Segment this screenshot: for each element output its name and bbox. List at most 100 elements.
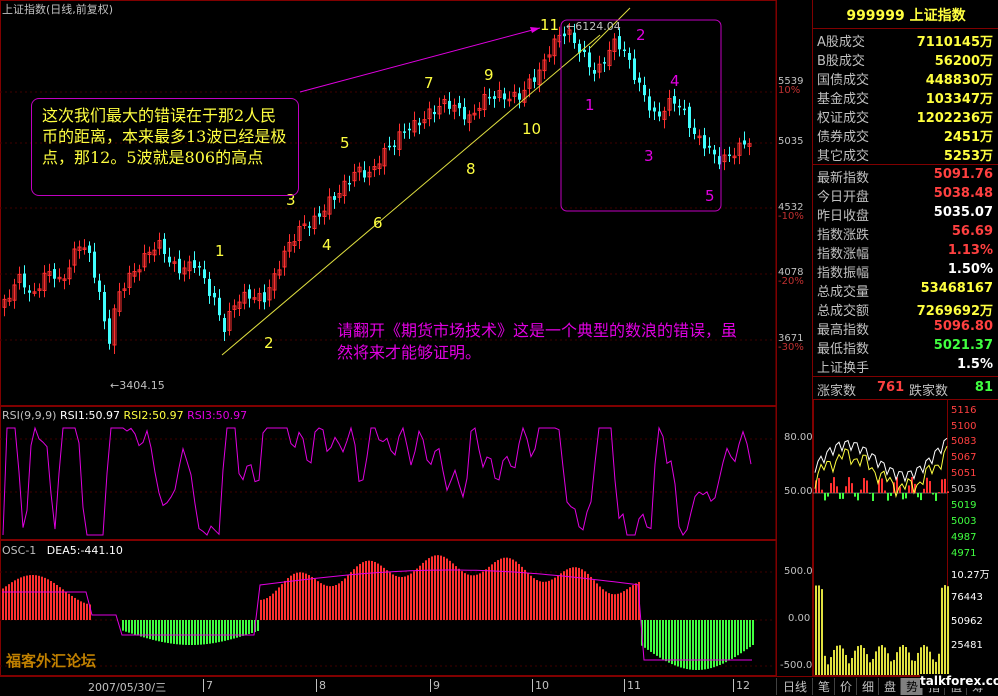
mini-bar — [890, 493, 892, 496]
osc-bar — [443, 557, 445, 620]
candle-body-down — [403, 131, 406, 133]
tab-0[interactable]: 日线 — [776, 678, 813, 695]
osc-bar — [599, 587, 601, 620]
osc-bar — [248, 620, 250, 634]
osc-bar — [545, 582, 547, 620]
osc-bar — [221, 620, 223, 642]
osc-bar — [23, 576, 25, 620]
osc-bar — [539, 581, 541, 620]
osc-bar — [416, 569, 418, 620]
osc-bar — [17, 579, 19, 620]
osc-bar — [605, 592, 607, 620]
osc-bar — [590, 577, 592, 620]
osc-bar — [554, 578, 556, 620]
osc-bar — [707, 620, 709, 669]
osc-bar — [323, 585, 325, 620]
osc-bar — [536, 580, 538, 620]
candle-body-down — [53, 269, 56, 279]
osc-bar — [431, 556, 433, 620]
osc-bar — [662, 620, 664, 659]
date-start: 2007/05/30/三 — [88, 679, 166, 695]
osc-bar — [233, 620, 235, 639]
osc-bar — [362, 562, 364, 620]
candle-body-down — [23, 274, 26, 288]
osc-bar — [671, 620, 673, 664]
candle-body-down — [218, 298, 221, 315]
candle-body-down — [193, 260, 196, 268]
candle-body-down — [683, 109, 686, 111]
quote-row: 上证换手1.5% — [815, 356, 997, 375]
osc-bar — [488, 567, 490, 620]
quote-row: 最高指数5096.80 — [815, 318, 997, 337]
osc-bar — [407, 575, 409, 620]
candle-body-down — [708, 146, 711, 148]
quote-value: 1.5% — [957, 357, 993, 372]
mini-volume-bar — [947, 586, 949, 675]
quote-label: 总成交额 — [817, 300, 869, 319]
osc-bar — [332, 586, 334, 620]
mini-bar — [887, 493, 889, 501]
osc-bar — [209, 620, 211, 644]
mini-volume-bar — [836, 646, 838, 675]
osc-bar — [341, 581, 343, 620]
watermark-url: talkforex.com — [920, 674, 998, 688]
tab-4[interactable]: 盘 — [878, 678, 901, 695]
mini-axis-label: 5035 — [951, 484, 976, 495]
month-tick: 9 — [430, 679, 440, 692]
mini-bar — [881, 478, 883, 493]
osc-bar — [353, 569, 355, 620]
volume-value: 5253万 — [944, 145, 993, 164]
osc-bar — [5, 586, 7, 620]
wave-label-right: 2 — [636, 26, 646, 44]
mini-volume-bar — [899, 647, 901, 675]
quote-row: 昨日收盘5035.07 — [815, 204, 997, 223]
quote-label: 最新指数 — [817, 167, 869, 186]
volume-value: 448830万 — [926, 69, 993, 88]
candle-body-down — [263, 292, 266, 302]
osc-axis-neg500: -500.0 — [780, 660, 812, 671]
mini-volume-bar — [944, 585, 946, 675]
mini-volume-bar — [833, 650, 835, 675]
tab-2[interactable]: 价 — [834, 678, 857, 695]
mini-bar — [860, 490, 862, 493]
mini-bar — [842, 493, 844, 499]
tab-1[interactable]: 笔 — [812, 678, 835, 695]
osc-bar — [47, 579, 49, 620]
tab-3[interactable]: 细 — [856, 678, 879, 695]
main-chart-area[interactable]: 123456789101112345 上证指数(日线,前复权) ←3404.15… — [0, 0, 812, 676]
osc-bar — [740, 620, 742, 653]
candle-body-down — [678, 106, 681, 108]
candle-body-down — [713, 150, 716, 155]
wave-label-left: 2 — [264, 334, 274, 352]
osc-bar — [632, 585, 634, 620]
osc-bar — [452, 563, 454, 620]
mini-bar — [857, 493, 859, 500]
volume-label: 基金成交 — [817, 88, 869, 107]
quote-value: 5096.80 — [934, 319, 993, 334]
osc-bar — [404, 577, 406, 620]
rsi-line-series — [3, 428, 751, 535]
osc-bar — [74, 598, 76, 620]
osc-bar — [620, 593, 622, 620]
osc-bar — [239, 620, 241, 637]
candle-body-down — [503, 93, 506, 99]
price-axis-3671: 3671 -30% — [778, 333, 804, 353]
osc-bar — [440, 556, 442, 620]
osc-bar — [650, 620, 652, 652]
osc-bar — [437, 555, 439, 620]
quote-row: 最低指数5021.37 — [815, 337, 997, 356]
mini-volume-bar — [929, 652, 931, 675]
fall-value: 81 — [975, 380, 993, 395]
mini-volume-bar — [839, 645, 841, 675]
osc-bar — [188, 620, 190, 645]
osc-axis-500: 500.0 — [784, 566, 813, 577]
quote-value: 1.50% — [948, 262, 993, 277]
osc-bar — [581, 569, 583, 620]
osc-bar — [389, 572, 391, 620]
annotation-box: 这次我们最大的错误在于那2人民币的距离，本来最多13波已经是极点，那12。5波就… — [31, 98, 299, 196]
osc-bar — [305, 574, 307, 620]
candle-body-down — [688, 107, 691, 128]
osc-axis-0: 0.00 — [788, 613, 810, 624]
quote-label: 总成交量 — [817, 281, 869, 300]
osc-bar — [383, 568, 385, 620]
